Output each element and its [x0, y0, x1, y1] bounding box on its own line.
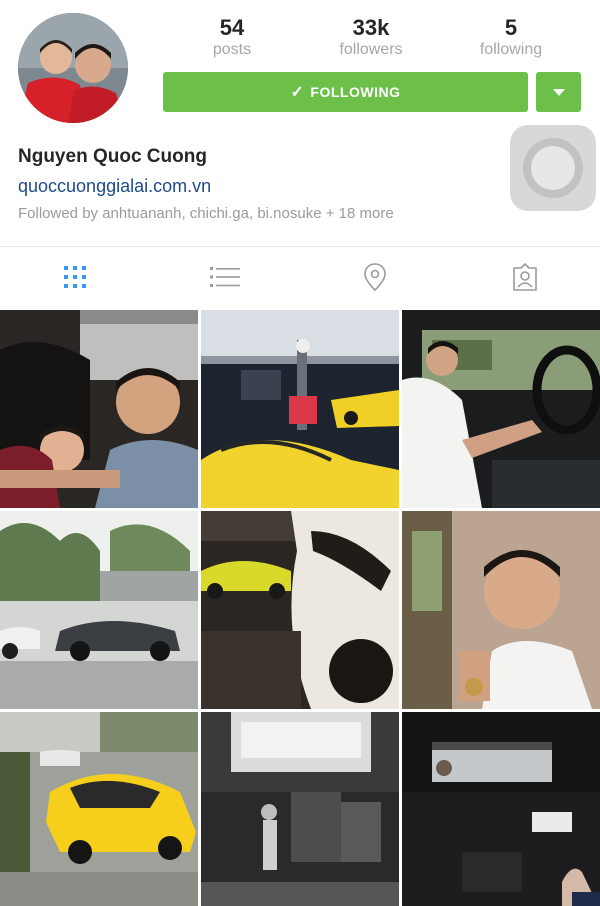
photo-cars-wet-street	[0, 511, 198, 709]
photo-thumbnail[interactable]	[0, 511, 198, 709]
photo-garage-yellow-car	[201, 310, 399, 508]
followers-label: followers	[339, 41, 403, 58]
avatar[interactable]	[18, 13, 128, 123]
photo-man-portrait	[402, 511, 600, 709]
followers-stat[interactable]: 33k followers	[321, 16, 421, 60]
tab-grid-view[interactable]	[0, 247, 150, 306]
assistive-touch-button[interactable]	[510, 125, 596, 211]
photo-thumbnail[interactable]	[402, 511, 600, 709]
photo-thumbnail[interactable]	[0, 310, 198, 508]
tagged-person-icon	[513, 262, 537, 291]
assistive-touch-ring	[523, 138, 583, 198]
photo-man-and-boy	[0, 310, 198, 508]
photo-grid	[0, 310, 600, 906]
location-pin-icon	[364, 262, 386, 291]
profile-header: 54 posts 33k followers 5 following ✓ FOL…	[0, 0, 600, 245]
following-button-label: FOLLOWING	[310, 84, 401, 100]
suggestions-dropdown-button[interactable]	[536, 72, 581, 112]
photo-thumbnail[interactable]	[201, 712, 399, 906]
profile-tab-bar	[0, 246, 600, 306]
following-button[interactable]: ✓ FOLLOWING	[163, 72, 528, 112]
grid-icon	[64, 265, 86, 288]
assistive-touch-dot	[531, 146, 575, 190]
checkmark-icon: ✓	[290, 84, 305, 101]
photo-garage-two-cars	[201, 511, 399, 709]
photo-thumbnail[interactable]	[201, 511, 399, 709]
photo-thumbnail[interactable]	[201, 310, 399, 508]
avatar-photo	[18, 13, 128, 123]
posts-count: 54	[219, 15, 245, 40]
followed-by-text[interactable]: Followed by anhtuananh, chichi.ga, bi.no…	[18, 205, 394, 222]
chevron-down-icon	[552, 88, 565, 96]
photo-thumbnail[interactable]	[402, 310, 600, 508]
photo-thumbnail[interactable]	[0, 712, 198, 906]
tab-map-view[interactable]	[300, 247, 450, 306]
following-count: 5	[504, 15, 518, 40]
website-link[interactable]: quoccuonggialai.com.vn	[18, 176, 211, 197]
photo-bw-interior	[201, 712, 399, 906]
list-icon	[210, 266, 240, 287]
tab-tagged-view[interactable]	[450, 247, 600, 306]
posts-label: posts	[212, 41, 252, 58]
posts-stat[interactable]: 54 posts	[182, 16, 282, 60]
photo-man-driving	[402, 310, 600, 508]
following-stat[interactable]: 5 following	[461, 16, 561, 60]
profile-name: Nguyen Quoc Cuong	[18, 146, 207, 167]
tab-list-view[interactable]	[150, 247, 300, 306]
following-label: following	[479, 41, 543, 58]
photo-car-interior	[402, 712, 600, 906]
followers-count: 33k	[352, 15, 390, 40]
photo-yellow-car-street	[0, 712, 198, 906]
photo-thumbnail[interactable]	[402, 712, 600, 906]
